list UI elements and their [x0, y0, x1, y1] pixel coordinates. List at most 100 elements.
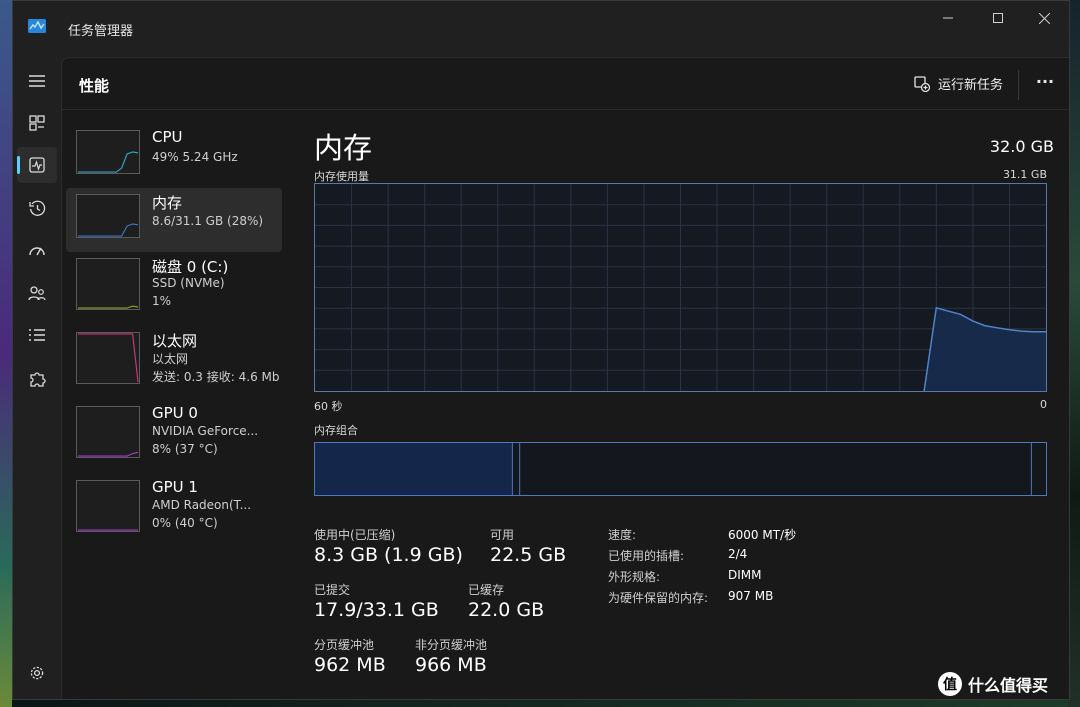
task-manager-app-icon: [28, 19, 46, 33]
memory-usage-graph: [314, 183, 1047, 392]
available-value: 22.5 GB: [490, 544, 567, 566]
resource-detail-2: 发送: 0.3 接收: 4.6 Mb: [152, 370, 280, 384]
watermark-text: 什么值得买: [968, 676, 1049, 695]
hardware-reserved-value: 907 MB: [728, 589, 774, 603]
resource-item-disk0[interactable]: 磁盘 0 (C:) SSD (NVMe) 1%: [66, 252, 282, 316]
resource-detail: 以太网: [152, 352, 189, 366]
cpu-spark-path: [77, 151, 139, 173]
resource-detail-2: 0% (40 °C): [152, 516, 218, 530]
maximize-button[interactable]: [975, 7, 1021, 29]
resource-detail-2: 1%: [152, 294, 172, 308]
in-use-value: 8.3 GB (1.9 GB): [314, 544, 463, 566]
resource-item-cpu[interactable]: CPU 49% 5.24 GHz: [66, 124, 282, 188]
committed-label: 已提交: [314, 583, 351, 597]
speed-value: 6000 MT/秒: [728, 528, 797, 542]
close-icon: [1038, 12, 1050, 24]
startup-apps-icon: [29, 247, 45, 256]
navigation-rail: [13, 57, 61, 699]
watermark-badge: 值: [938, 672, 962, 696]
memory-usage-label: 内存使用量: [314, 170, 369, 183]
resource-name: 以太网: [152, 332, 198, 350]
nav-app-history[interactable]: [17, 190, 57, 226]
minimize-button[interactable]: [925, 7, 971, 29]
nav-hamburger-button[interactable]: [17, 63, 57, 99]
disk-thumbnail-graph: [76, 258, 140, 310]
performance-icon: [29, 157, 45, 173]
gpu1-thumbnail-graph: [76, 480, 140, 532]
app-history-icon: [28, 200, 45, 216]
content-header: 性能 运行新任务 ···: [62, 58, 1069, 110]
nav-details[interactable]: [17, 317, 57, 353]
speed-key: 速度:: [608, 528, 637, 542]
slots-used-key: 已使用的插槽:: [608, 549, 685, 563]
run-new-task-button[interactable]: 运行新任务: [914, 74, 1003, 93]
non-paged-pool-label: 非分页缓冲池: [415, 638, 488, 652]
slots-used-value: 2/4: [728, 547, 748, 561]
ethernet-thumbnail-graph: [76, 332, 140, 384]
gpu0-spark-path: [77, 451, 139, 457]
hamburger-menu-icon: [29, 75, 45, 87]
in-use-label: 使用中(已压缩): [314, 528, 396, 542]
processes-icon: [29, 115, 45, 131]
window-title: 任务管理器: [68, 24, 134, 39]
more-options-button[interactable]: ···: [1030, 72, 1060, 96]
resource-item-gpu0[interactable]: GPU 0 NVIDIA GeForce... 8% (37 °C): [66, 400, 282, 464]
resource-name: CPU: [152, 128, 183, 146]
memory-title: 内存: [314, 131, 373, 165]
resource-name: GPU 0: [152, 404, 198, 422]
wallpaper-left-strip: [0, 0, 12, 707]
form-factor-key: 外形规格:: [608, 570, 661, 584]
memory-composition-bar: [314, 442, 1047, 496]
services-puzzle-icon: [29, 371, 46, 387]
paged-pool-label: 分页缓冲池: [314, 638, 375, 652]
resource-item-ethernet[interactable]: 以太网 以太网 发送: 0.3 接收: 4.6 Mb: [66, 326, 282, 390]
resource-list: CPU 49% 5.24 GHz 内存 8.6/31.1 GB (28%) 磁盘…: [62, 110, 292, 699]
run-new-task-icon: [914, 75, 930, 92]
resource-detail: AMD Radeon(T...: [152, 498, 252, 512]
gpu0-thumbnail-graph: [76, 406, 140, 458]
maximize-icon: [993, 13, 1003, 23]
memory-composition-label: 内存组合: [314, 424, 358, 437]
resource-item-gpu1[interactable]: GPU 1 AMD Radeon(T... 0% (40 °C): [66, 474, 282, 538]
details-list-icon: [29, 329, 45, 341]
run-new-task-label: 运行新任务: [938, 78, 1004, 93]
non-paged-pool-value: 966 MB: [415, 654, 487, 676]
site-watermark: 值 什么值得买: [938, 672, 1048, 696]
resource-detail: 8.6/31.1 GB (28%): [152, 214, 264, 228]
resource-name: GPU 1: [152, 478, 198, 496]
cpu-thumbnail-graph: [76, 130, 140, 174]
disk-spark-path: [77, 305, 139, 309]
committed-value: 17.9/33.1 GB: [314, 599, 439, 621]
memory-spark-path: [77, 223, 139, 237]
graph-time-right: 0: [1040, 398, 1047, 411]
ethernet-spark-path: [77, 333, 139, 383]
nav-active-indicator: [17, 156, 20, 174]
composition-in-use-segment[interactable]: [315, 443, 513, 495]
hardware-reserved-key: 为硬件保留的内存:: [608, 591, 709, 605]
resource-name: 内存: [152, 194, 183, 212]
resource-item-memory[interactable]: 内存 8.6/31.1 GB (28%): [66, 188, 282, 252]
task-manager-window: 任务管理器 性能 运行新任务 ··· CPU 49% 5.24 GHz 内存 8…: [12, 0, 1070, 700]
settings-gear-icon: [30, 666, 44, 680]
page-title: 性能: [79, 77, 110, 95]
memory-usage-area: [924, 307, 1046, 391]
title-bar[interactable]: 任务管理器: [13, 1, 1069, 57]
nav-processes[interactable]: [17, 105, 57, 141]
nav-performance[interactable]: [17, 147, 57, 183]
resource-detail-2: 8% (37 °C): [152, 442, 218, 456]
available-label: 可用: [490, 528, 515, 542]
resource-detail: NVIDIA GeForce...: [152, 424, 259, 438]
nav-services[interactable]: [17, 360, 57, 396]
nav-users[interactable]: [17, 275, 57, 311]
memory-usage-max: 31.1 GB: [1002, 168, 1047, 181]
resource-name: 磁盘 0 (C:): [152, 258, 229, 276]
cached-label: 已缓存: [468, 583, 505, 597]
nav-settings[interactable]: [17, 655, 57, 691]
performance-content: 性能 运行新任务 ··· CPU 49% 5.24 GHz 内存 8.6/31.…: [61, 57, 1069, 699]
close-button[interactable]: [1021, 7, 1067, 29]
graph-time-left: 60 秒: [314, 400, 343, 413]
memory-thumbnail-graph: [76, 194, 140, 238]
cached-value: 22.0 GB: [468, 599, 545, 621]
memory-detail-panel: 内存 32.0 GB 内存使用量 31.1 GB 60 秒 0 内存组合 使用中…: [314, 110, 1054, 699]
nav-startup-apps[interactable]: [17, 232, 57, 268]
